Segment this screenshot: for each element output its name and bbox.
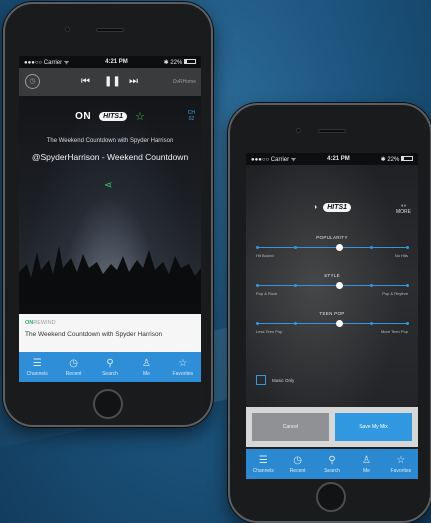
search-icon: ⚲ — [328, 454, 336, 466]
next-track-button[interactable]: ⏭ — [129, 76, 138, 88]
save-my-mix-button[interactable]: Save My Mix — [335, 413, 412, 441]
hits1-logo: HITS1 — [323, 203, 352, 212]
tab-me[interactable]: ♙ Me — [349, 449, 383, 479]
slider-min-label: Less Teen Pop — [256, 329, 283, 334]
channel-hero: ON HITS1 ☆ CH 02 The Weekend Countdown wi… — [19, 96, 201, 304]
music-only-label: Music Only — [272, 377, 295, 383]
channels-icon: ☰ — [32, 357, 42, 369]
tab-recent[interactable]: ◷ Recent — [55, 352, 91, 382]
slider-max-label: More Teen Pop — [380, 329, 408, 334]
front-camera — [65, 27, 70, 32]
tab-favorites[interactable]: ☆ Favorites — [165, 352, 201, 382]
now-playing-card[interactable]: ONREWIND The Weekend Countdown with Spyd… — [19, 314, 201, 352]
favorites-icon: ☆ — [178, 357, 188, 369]
crowd-silhouette — [19, 246, 201, 304]
slider-min-label: Hit Bound — [256, 253, 274, 258]
track-title: @SpyderHarrison - Weekend Countdown — [31, 152, 189, 162]
battery-status: ✱ 22% — [381, 156, 413, 163]
previous-track-button[interactable]: ⏮ — [81, 76, 90, 88]
favorite-star-icon[interactable]: ☆ — [135, 110, 145, 123]
player-controls-bar: ◷ ⏮ ❚❚ ⏭ DvRHome — [19, 68, 201, 96]
slider-label-style: STYLE — [324, 273, 340, 278]
music-only-option[interactable]: Music Only — [256, 375, 294, 385]
status-bar: ●●●○○ Carrier ᯤ 4:21 PM ✱ 22% — [19, 56, 201, 68]
tab-channels[interactable]: ☰ Channels — [246, 449, 280, 479]
dial-icon[interactable]: ◷ — [25, 74, 40, 89]
slider-label-teen-pop: TEEN POP — [319, 311, 345, 316]
battery-icon — [184, 59, 196, 65]
tab-search[interactable]: ⚲ Search — [92, 352, 128, 382]
home-button[interactable] — [316, 482, 346, 512]
more-button[interactable]: ◖◗ MORE — [396, 203, 411, 215]
mix-settings-screen: ●●●○○ Carrier ᯤ 4:21 PM ✱ 22% ◑ HITS1 ◖◗… — [246, 153, 418, 479]
status-time: 4:21 PM — [327, 156, 350, 162]
slider-max-label: No Hits — [394, 253, 408, 258]
favorites-icon: ☆ — [396, 454, 406, 466]
tab-bar: ☰ Channels ◷ Recent ⚲ Search ♙ Me ☆ Favorites — [246, 449, 418, 479]
slider-teen-pop[interactable] — [256, 320, 409, 327]
battery-status: ✱ 22% — [164, 59, 196, 66]
tab-bar: ☰ Channels ◷ Recent ⚲ Search ♙ Me ☆ Favorites — [19, 352, 201, 382]
me-icon: ♙ — [141, 357, 151, 369]
slider-style[interactable] — [256, 282, 409, 289]
now-playing-show: The Weekend Countdown with Spyder Harris… — [25, 331, 163, 338]
dvr-home-label[interactable]: DvRHome — [173, 79, 196, 85]
show-name: The Weekend Countdown with Spyder Harris… — [46, 138, 174, 144]
earpiece-speaker — [96, 28, 124, 32]
now-playing-screen: ●●●○○ Carrier ᯤ 4:21 PM ✱ 22% ◷ ⏮ ❚❚ ⏭ D… — [19, 56, 201, 382]
recent-icon: ◷ — [293, 454, 302, 466]
slider-popularity[interactable] — [256, 244, 409, 251]
now-playing-channel: ONREWIND — [25, 320, 56, 326]
slider-label-popularity: POPULARITY — [316, 235, 348, 240]
channels-icon: ☰ — [258, 454, 268, 466]
tab-recent[interactable]: ◷ Recent — [280, 449, 314, 479]
tab-channels[interactable]: ☰ Channels — [19, 352, 55, 382]
status-bar: ●●●○○ Carrier ᯤ 4:21 PM ✱ 22% — [246, 153, 418, 165]
hits1-logo: HITS1 — [99, 112, 127, 121]
tab-favorites[interactable]: ☆ Favorites — [384, 449, 418, 479]
carrier-signal: ●●●○○ Carrier ᯤ — [251, 157, 297, 163]
slider-max-label: Pop & Rhythm — [382, 291, 408, 296]
mix-action-bar: Cancel Save My Mix — [246, 407, 418, 447]
phone-now-playing: ●●●○○ Carrier ᯤ 4:21 PM ✱ 22% ◷ ⏮ ❚❚ ⏭ D… — [3, 2, 213, 427]
carrier-signal: ●●●○○ Carrier ᯤ — [24, 60, 70, 66]
tab-search[interactable]: ⚲ Search — [315, 449, 349, 479]
search-icon: ⚲ — [106, 357, 114, 369]
channel-logos: ◑ HITS1 — [246, 203, 418, 212]
channel-number: CH 02 — [187, 110, 195, 122]
earpiece-speaker — [318, 129, 346, 133]
phone-mix-settings: ●●●○○ Carrier ᯤ 4:21 PM ✱ 22% ◑ HITS1 ◖◗… — [228, 103, 431, 523]
on-logo: ON — [75, 111, 92, 122]
tab-me[interactable]: ♙ Me — [128, 352, 164, 382]
cancel-button[interactable]: Cancel — [252, 413, 329, 441]
front-camera — [296, 128, 301, 133]
battery-icon — [401, 156, 413, 162]
pause-button[interactable]: ❚❚ — [104, 76, 121, 88]
dial-logo-icon: ◑ — [312, 204, 318, 211]
me-icon: ♙ — [361, 454, 371, 466]
music-only-checkbox[interactable] — [256, 375, 266, 385]
channel-logos: ON HITS1 ☆ — [19, 110, 201, 123]
slider-min-label: Pop & Rock — [256, 291, 278, 296]
share-icon[interactable]: ⋖ — [104, 180, 112, 191]
recent-icon: ◷ — [69, 357, 78, 369]
status-time: 4:21 PM — [105, 59, 128, 65]
home-button[interactable] — [93, 389, 123, 419]
